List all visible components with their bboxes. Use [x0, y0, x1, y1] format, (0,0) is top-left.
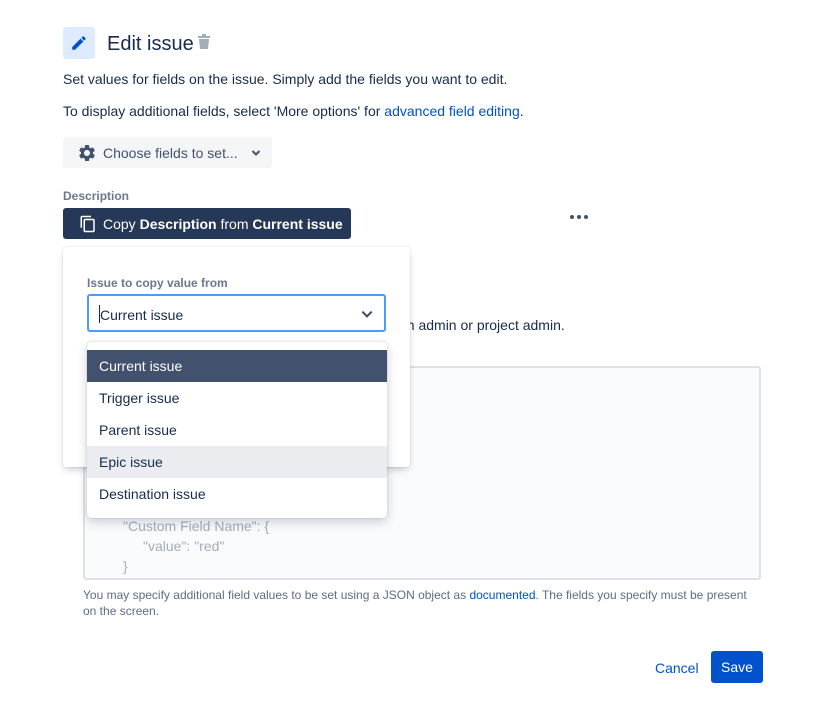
intro-suffix: .	[519, 103, 524, 119]
option-trigger-issue[interactable]: Trigger issue	[87, 382, 387, 414]
option-destination-issue[interactable]: Destination issue	[87, 478, 387, 510]
option-current-issue[interactable]: Current issue	[87, 350, 387, 382]
choose-fields-label: Choose fields to set...	[103, 144, 238, 161]
copy-from-text: from	[216, 215, 253, 232]
issue-source-menu: Current issue Trigger issue Parent issue…	[87, 342, 387, 518]
pencil-icon	[72, 36, 86, 50]
json-line: "value": "red"	[143, 538, 225, 554]
copy-description-bar[interactable]: Copy Description from Current issue	[63, 208, 351, 239]
copy-source-name: Current issue	[252, 215, 343, 232]
copy-icon	[80, 215, 95, 232]
cancel-button[interactable]: Cancel	[655, 660, 699, 676]
json-helper-text: You may specify additional field values …	[83, 587, 763, 619]
edit-icon-box	[63, 27, 95, 59]
save-button[interactable]: Save	[711, 651, 763, 683]
copy-bar-text: Copy Description from Current issue	[103, 216, 343, 232]
chevron-down-icon[interactable]	[360, 307, 374, 321]
option-parent-issue[interactable]: Parent issue	[87, 414, 387, 446]
intro-text-advanced: To display additional fields, select 'Mo…	[63, 103, 524, 119]
description-label: Description	[63, 189, 130, 203]
more-dots-icon[interactable]	[570, 215, 588, 219]
trash-icon[interactable]	[197, 34, 211, 50]
gear-icon	[79, 144, 95, 161]
helper-prefix: You may specify additional field values …	[83, 588, 470, 602]
admin-note-text: an admin or project admin.	[399, 317, 565, 333]
page-title: Edit issue	[107, 33, 194, 55]
json-line: "Custom Field Name": {	[123, 518, 270, 534]
advanced-field-editing-link[interactable]: advanced field editing	[384, 103, 519, 119]
issue-source-label: Issue to copy value from	[87, 276, 228, 290]
json-line: }	[123, 558, 128, 574]
intro-text: Set values for fields on the issue. Simp…	[63, 71, 508, 87]
option-epic-issue[interactable]: Epic issue	[87, 446, 387, 478]
issue-source-select[interactable]: Current issue	[87, 294, 386, 332]
intro-prefix: To display additional fields, select 'Mo…	[63, 103, 385, 119]
choose-fields-button[interactable]: Choose fields to set...	[63, 137, 272, 168]
chevron-down-icon	[251, 149, 260, 156]
copy-prefix: Copy	[103, 215, 140, 232]
documented-link[interactable]: documented	[469, 588, 535, 602]
copy-field-name: Description	[139, 215, 217, 232]
select-value: Current issue	[100, 307, 184, 323]
